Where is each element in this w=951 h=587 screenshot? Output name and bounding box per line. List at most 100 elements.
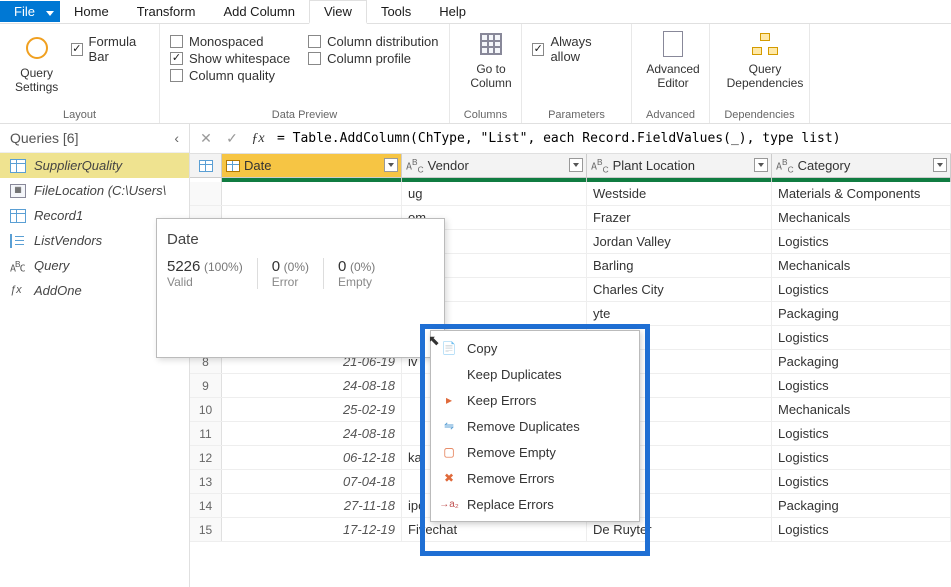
tab-transform[interactable]: Transform	[123, 1, 210, 22]
advanced-editor-button[interactable]: Advanced Editor	[642, 28, 704, 90]
checkbox-icon	[308, 52, 321, 65]
tab-home[interactable]: Home	[60, 1, 123, 22]
tab-tools[interactable]: Tools	[367, 1, 425, 22]
cell-category: Packaging	[772, 350, 951, 373]
menu-keep-errors[interactable]: ▸Keep Errors	[431, 387, 639, 413]
dependencies-icon	[752, 33, 778, 55]
column-quality-checkbox[interactable]: Column quality	[170, 68, 290, 83]
query-supplierquality[interactable]: SupplierQuality	[0, 153, 189, 178]
cell-date	[222, 182, 402, 205]
checkbox-icon	[308, 35, 321, 48]
filter-dropdown-icon[interactable]	[384, 158, 398, 172]
menu-remove-duplicates[interactable]: ⇋Remove Duplicates	[431, 413, 639, 439]
column-distribution-checkbox[interactable]: Column distribution	[308, 34, 438, 49]
cell-date: 06-12-18	[222, 446, 402, 469]
fx-icon: ƒx	[10, 284, 26, 298]
menu-copy[interactable]: 📄Copy	[431, 335, 639, 361]
query-filelocation[interactable]: ▦FileLocation (C:\Users\	[0, 178, 189, 203]
cell-date: 24-08-18	[222, 374, 402, 397]
rem-err-icon: ✖	[441, 470, 457, 486]
filter-dropdown-icon[interactable]	[933, 158, 947, 172]
column-context-menu: 📄Copy Keep Duplicates ▸Keep Errors ⇋Remo…	[430, 330, 640, 522]
monospaced-checkbox[interactable]: Monospaced	[170, 34, 290, 49]
column-vendor[interactable]: ABC Vendor	[402, 154, 587, 177]
replace-err-icon: →a₂	[441, 496, 457, 512]
query-dependencies-button[interactable]: Query Dependencies	[720, 28, 810, 90]
row-number: 11	[190, 422, 222, 445]
keep-err-icon: ▸	[441, 392, 457, 408]
row-number: 14	[190, 494, 222, 517]
cell-date: 25-02-19	[222, 398, 402, 421]
rem-dup-icon: ⇋	[441, 418, 457, 434]
row-number: 15	[190, 518, 222, 541]
gear-icon	[26, 37, 48, 59]
text-type-icon: ABC	[406, 157, 424, 174]
query-settings-button[interactable]: Query Settings	[10, 32, 63, 94]
table-icon	[10, 209, 26, 223]
cell-category: Packaging	[772, 494, 951, 517]
accept-formula-button[interactable]: ✓	[222, 130, 242, 147]
queries-header[interactable]: Queries [6] ‹	[0, 124, 189, 153]
group-data-preview-label: Data Preview	[170, 107, 439, 123]
keep-dup-icon	[441, 366, 457, 382]
cell-plant: Barling	[587, 254, 772, 277]
formula-input[interactable]	[274, 128, 945, 149]
cell-plant: Jordan Valley	[587, 230, 772, 253]
text-type-icon: ABC	[776, 157, 794, 174]
cell-plant: Charles City	[587, 278, 772, 301]
cell-date: 27-11-18	[222, 494, 402, 517]
cell-category: Mechanicals	[772, 206, 951, 229]
cell-plant: Westside	[587, 182, 772, 205]
column-category[interactable]: ABC Category	[772, 154, 951, 177]
cell-category: Mechanicals	[772, 254, 951, 277]
cancel-formula-button[interactable]: ✕	[196, 130, 216, 147]
menu-tabs: File Home Transform Add Column View Tool…	[0, 0, 951, 24]
row-number: 13	[190, 470, 222, 493]
cell-category: Logistics	[772, 446, 951, 469]
tab-file[interactable]: File	[0, 1, 60, 22]
cell-category: Packaging	[772, 302, 951, 325]
cell-vendor: ug	[402, 182, 587, 205]
go-to-column-button[interactable]: Go to Column	[460, 28, 522, 90]
cell-plant: Frazer	[587, 206, 772, 229]
menu-keep-duplicates[interactable]: Keep Duplicates	[431, 361, 639, 387]
param-icon: ▦	[10, 184, 26, 198]
filter-dropdown-icon[interactable]	[754, 158, 768, 172]
column-date[interactable]: Date	[222, 154, 402, 177]
cell-category: Logistics	[772, 278, 951, 301]
checkbox-icon	[170, 69, 183, 82]
cell-date: 07-04-18	[222, 470, 402, 493]
filter-dropdown-icon[interactable]	[569, 158, 583, 172]
table-row[interactable]: ugWestsideMaterials & Components	[190, 182, 951, 206]
abc-icon: ABC	[10, 259, 26, 273]
group-layout-label: Layout	[10, 107, 149, 123]
column-plant-location[interactable]: ABC Plant Location	[587, 154, 772, 177]
tab-add-column[interactable]: Add Column	[209, 1, 309, 22]
group-dependencies-label: Dependencies	[720, 107, 799, 123]
always-allow-checkbox[interactable]: Always allow	[532, 30, 621, 64]
row-number	[190, 182, 222, 205]
fx-icon: ƒx	[248, 131, 268, 147]
formula-bar-checkbox[interactable]: Formula Bar	[71, 34, 149, 64]
checkbox-icon	[170, 35, 183, 48]
grid-corner[interactable]	[190, 154, 222, 177]
cell-date: 24-08-18	[222, 422, 402, 445]
column-quality-popup: Date 5226 (100%) Valid 0 (0%) Error 0 (0…	[156, 218, 445, 358]
cell-category: Logistics	[772, 374, 951, 397]
row-number: 12	[190, 446, 222, 469]
menu-replace-errors[interactable]: →a₂Replace Errors	[431, 491, 639, 517]
chevron-left-icon[interactable]: ‹	[174, 130, 179, 146]
tab-help[interactable]: Help	[425, 1, 480, 22]
cell-category: Logistics	[772, 230, 951, 253]
tab-view[interactable]: View	[309, 0, 367, 24]
menu-remove-errors[interactable]: ✖Remove Errors	[431, 465, 639, 491]
row-number: 9	[190, 374, 222, 397]
menu-remove-empty[interactable]: ▢Remove Empty	[431, 439, 639, 465]
group-columns-label: Columns	[460, 107, 511, 123]
ribbon: Query Settings Formula Bar Layout Monosp…	[0, 24, 951, 124]
rem-empty-icon: ▢	[441, 444, 457, 460]
checkbox-icon	[170, 52, 183, 65]
group-parameters-label: Parameters	[532, 107, 621, 123]
column-profile-checkbox[interactable]: Column profile	[308, 51, 438, 66]
show-whitespace-checkbox[interactable]: Show whitespace	[170, 51, 290, 66]
